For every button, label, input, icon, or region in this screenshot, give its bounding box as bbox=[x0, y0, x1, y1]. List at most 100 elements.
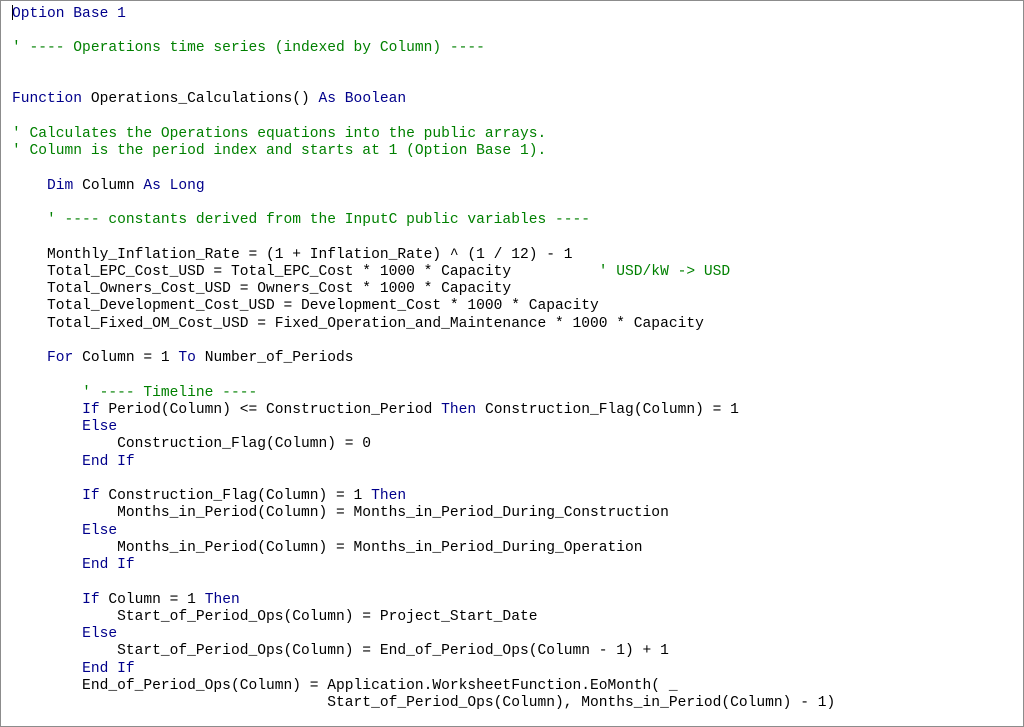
code-line[interactable] bbox=[12, 22, 835, 39]
code-line[interactable] bbox=[12, 471, 835, 488]
code-text: End_of_Period_Ops(Column) = Application.… bbox=[12, 677, 678, 694]
code-line[interactable]: Option Base 1 bbox=[12, 5, 835, 22]
code-keyword: Else bbox=[82, 522, 118, 539]
code-line[interactable]: ' ---- Operations time series (indexed b… bbox=[12, 40, 835, 57]
code-comment: ' Calculates the Operations equations in… bbox=[12, 125, 547, 142]
code-comment: ' ---- Timeline ---- bbox=[82, 384, 258, 401]
code-keyword: To bbox=[178, 350, 205, 366]
code-line[interactable]: Construction_Flag(Column) = 0 bbox=[12, 436, 835, 453]
code-line[interactable]: For Column = 1 To Number_of_Periods bbox=[12, 350, 835, 367]
code-line[interactable]: Start_of_Period_Ops(Column), Months_in_P… bbox=[12, 695, 835, 712]
code-keyword: Then bbox=[204, 591, 240, 608]
code-text: Monthly_Inflation_Rate = (1 + Inflation_… bbox=[12, 246, 573, 263]
code-line[interactable]: Months_in_Period(Column) = Months_in_Per… bbox=[12, 540, 835, 557]
code-comment: ' Column is the period index and starts … bbox=[12, 143, 547, 159]
code-keyword: Else bbox=[82, 626, 118, 642]
code-line[interactable] bbox=[12, 367, 835, 384]
code-keyword: End If bbox=[82, 660, 135, 677]
code-line[interactable]: Function Operations_Calculations() As Bo… bbox=[12, 91, 835, 108]
code-line[interactable]: If Column = 1 Then bbox=[12, 592, 835, 609]
code-line[interactable]: End If bbox=[12, 661, 835, 678]
code-line[interactable]: Else bbox=[12, 419, 835, 436]
code-keyword: Dim bbox=[47, 177, 83, 194]
code-keyword: For bbox=[47, 350, 83, 366]
code-text: Start_of_Period_Ops(Column) = Project_St… bbox=[12, 608, 538, 625]
code-line[interactable]: End_of_Period_Ops(Column) = Application.… bbox=[12, 678, 835, 695]
code-comment: ' ---- Operations time series (indexed b… bbox=[12, 39, 485, 56]
code-keyword: Then bbox=[371, 488, 407, 504]
code-area[interactable]: Option Base 1 ' ---- Operations time seri… bbox=[12, 5, 835, 712]
code-text: Total_Owners_Cost_USD = Owners_Cost * 10… bbox=[12, 281, 512, 297]
code-text: Months_in_Period(Column) = Months_in_Per… bbox=[12, 539, 643, 556]
code-text: Start_of_Period_Ops(Column), Months_in_P… bbox=[12, 695, 836, 711]
code-text: Column = 1 bbox=[82, 350, 179, 366]
code-text: Total_EPC_Cost_USD = Total_EPC_Cost * 10… bbox=[12, 263, 599, 280]
code-text: Total_Development_Cost_USD = Development… bbox=[12, 298, 599, 315]
code-keyword: End If bbox=[82, 557, 135, 573]
code-line[interactable]: Months_in_Period(Column) = Months_in_Per… bbox=[12, 505, 835, 522]
code-line[interactable]: If Construction_Flag(Column) = 1 Then bbox=[12, 488, 835, 505]
code-line[interactable] bbox=[12, 57, 835, 74]
code-line[interactable]: If Period(Column) <= Construction_Period… bbox=[12, 402, 835, 419]
code-line[interactable]: ' ---- constants derived from the InputC… bbox=[12, 212, 835, 229]
code-line[interactable]: End If bbox=[12, 454, 835, 471]
code-comment: ' ---- constants derived from the InputC… bbox=[47, 212, 591, 228]
code-text: Period(Column) <= Construction_Period bbox=[108, 401, 442, 418]
code-line[interactable]: Total_EPC_Cost_USD = Total_EPC_Cost * 10… bbox=[12, 264, 835, 281]
code-line[interactable]: ' Calculates the Operations equations in… bbox=[12, 126, 835, 143]
code-line[interactable] bbox=[12, 109, 835, 126]
code-editor[interactable]: Option Base 1 ' ---- Operations time seri… bbox=[0, 0, 1024, 727]
code-keyword: If bbox=[82, 401, 109, 418]
code-line[interactable]: Start_of_Period_Ops(Column) = Project_St… bbox=[12, 609, 835, 626]
code-line[interactable]: Else bbox=[12, 523, 835, 540]
code-keyword: Then bbox=[441, 401, 485, 418]
code-line[interactable]: ' ---- Timeline ---- bbox=[12, 385, 835, 402]
code-line[interactable]: Monthly_Inflation_Rate = (1 + Inflation_… bbox=[12, 247, 835, 264]
code-line[interactable] bbox=[12, 333, 835, 350]
code-line[interactable]: Else bbox=[12, 626, 835, 643]
code-text: Construction_Flag(Column) = 1 bbox=[108, 488, 372, 504]
code-keyword: Option Base 1 bbox=[12, 6, 126, 22]
code-text: Column = 1 bbox=[108, 591, 205, 608]
code-keyword: If bbox=[82, 591, 109, 608]
code-text: Construction_Flag(Column) = 1 bbox=[484, 401, 739, 418]
code-text: Total_Fixed_OM_Cost_USD = Fixed_Operatio… bbox=[12, 315, 704, 332]
code-line[interactable]: Total_Owners_Cost_USD = Owners_Cost * 10… bbox=[12, 281, 835, 298]
code-line[interactable]: ' Column is the period index and starts … bbox=[12, 143, 835, 160]
code-keyword: If bbox=[82, 488, 109, 504]
code-line[interactable]: Total_Development_Cost_USD = Development… bbox=[12, 298, 835, 315]
code-comment: ' USD/kW -> USD bbox=[598, 263, 731, 280]
code-line[interactable] bbox=[12, 229, 835, 246]
code-keyword: End If bbox=[82, 453, 135, 470]
code-line[interactable]: Total_Fixed_OM_Cost_USD = Fixed_Operatio… bbox=[12, 316, 835, 333]
code-text: Operations_Calculations() bbox=[90, 91, 319, 108]
code-line[interactable]: Dim Column As Long bbox=[12, 178, 835, 195]
code-text: Number_of_Periods bbox=[204, 350, 354, 366]
code-line[interactable] bbox=[12, 574, 835, 591]
code-text: Start_of_Period_Ops(Column) = End_of_Per… bbox=[12, 643, 669, 660]
code-line[interactable]: Start_of_Period_Ops(Column) = End_of_Per… bbox=[12, 643, 835, 660]
code-line[interactable] bbox=[12, 195, 835, 212]
code-line[interactable] bbox=[12, 74, 835, 91]
code-line[interactable]: End If bbox=[12, 557, 835, 574]
code-keyword: Function bbox=[12, 91, 91, 108]
code-keyword: As Boolean bbox=[318, 91, 407, 108]
code-line[interactable] bbox=[12, 160, 835, 177]
code-text: Column bbox=[82, 177, 144, 194]
code-keyword: Else bbox=[82, 419, 118, 435]
code-text: Months_in_Period(Column) = Months_in_Per… bbox=[12, 505, 669, 522]
code-text: Construction_Flag(Column) = 0 bbox=[12, 436, 372, 453]
code-keyword: As Long bbox=[143, 177, 205, 194]
